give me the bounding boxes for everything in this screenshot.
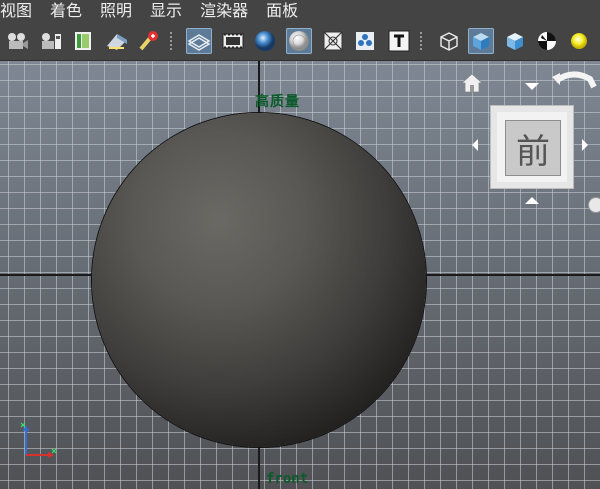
grease-pencil-icon[interactable] bbox=[136, 28, 162, 54]
lighting-icon[interactable] bbox=[566, 28, 592, 54]
menu-show[interactable]: 显示 bbox=[150, 0, 182, 22]
panel-toolbar bbox=[0, 22, 600, 61]
3d-viewport[interactable]: 高质量 front 前 bbox=[0, 61, 600, 489]
bounding-box-icon[interactable] bbox=[436, 28, 462, 54]
viewcube-face-label[interactable]: 前 bbox=[505, 120, 561, 176]
smooth-shade-all-icon[interactable] bbox=[468, 28, 494, 54]
menu-view[interactable]: 视图 bbox=[0, 0, 32, 22]
default-material-icon[interactable] bbox=[502, 28, 528, 54]
menu-lighting[interactable]: 照明 bbox=[100, 0, 132, 22]
wireframe-on-shaded-icon[interactable] bbox=[286, 28, 312, 54]
image-plane-icon[interactable] bbox=[70, 28, 96, 54]
viewcube-down-arrow-icon[interactable] bbox=[525, 197, 539, 204]
film-gate-icon[interactable] bbox=[220, 28, 246, 54]
menu-bar: 视图 着色 照明 显示 渲染器 面板 bbox=[0, 0, 600, 22]
bookmark-camera-icon[interactable] bbox=[38, 28, 64, 54]
checker-icon[interactable] bbox=[534, 28, 560, 54]
isolate-select-icon[interactable] bbox=[352, 28, 378, 54]
menu-shading[interactable]: 着色 bbox=[50, 0, 82, 22]
sphere-object[interactable] bbox=[92, 113, 426, 447]
viewcube-menu-icon[interactable] bbox=[588, 197, 600, 213]
wireframe-shaded-icon[interactable] bbox=[186, 28, 212, 54]
viewcube-right-arrow-icon[interactable] bbox=[582, 139, 588, 151]
menu-panels[interactable]: 面板 bbox=[266, 0, 298, 22]
xray-icon[interactable] bbox=[320, 28, 346, 54]
viewcube-up-arrow-icon[interactable] bbox=[525, 83, 539, 90]
axis-gizmo-icon bbox=[20, 422, 57, 458]
camera-name-label: front bbox=[266, 471, 309, 487]
2d-pan-zoom-icon[interactable] bbox=[104, 28, 130, 54]
home-icon[interactable] bbox=[460, 71, 484, 95]
viewcube-left-arrow-icon[interactable] bbox=[472, 139, 478, 151]
texture-icon[interactable] bbox=[386, 28, 412, 54]
quality-label: 高质量 bbox=[255, 94, 300, 110]
camera-attributes-icon[interactable] bbox=[4, 28, 30, 54]
smooth-shade-icon[interactable] bbox=[252, 28, 278, 54]
menu-renderer[interactable]: 渲染器 bbox=[200, 0, 248, 22]
viewcube[interactable]: 前 bbox=[490, 105, 574, 189]
